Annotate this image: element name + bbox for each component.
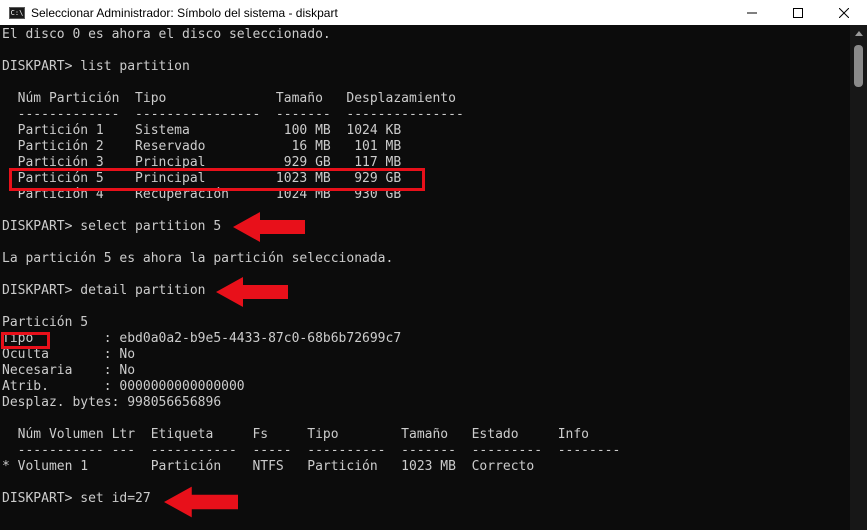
- console-line-12: DISKPART> select partition 5: [2, 219, 222, 234]
- window-title: Seleccionar Administrador: Símbolo del s…: [31, 5, 338, 20]
- console-line-25: Núm Volumen Ltr Etiqueta Fs Tipo Tamaño …: [2, 427, 589, 442]
- minimize-button[interactable]: [729, 0, 775, 25]
- console-line-5: ------------- ---------------- ------- -…: [2, 107, 464, 122]
- minimize-icon: [747, 12, 757, 13]
- console-line-11: [2, 203, 848, 219]
- console-line-23: Desplaz. bytes: 998056656896: [2, 395, 222, 410]
- console-line-0: El disco 0 es ahora el disco seleccionad…: [2, 27, 331, 42]
- console-line-22: Atrib. : 0000000000000000: [2, 379, 245, 394]
- console-line-14: La partición 5 es ahora la partición sel…: [2, 251, 394, 266]
- scrollbar-thumb[interactable]: [854, 45, 863, 87]
- command-prompt-window: C:\ Seleccionar Administrador: Símbolo d…: [0, 0, 867, 530]
- arrow-annotation-icon: [164, 486, 238, 518]
- console-line-21: Necesaria : No: [2, 363, 136, 378]
- console-line-20: Oculta : No: [2, 347, 136, 362]
- console-line-1: [2, 43, 848, 59]
- console-line-6: Partición 1 Sistema 100 MB 1024 KB: [2, 123, 402, 138]
- console-line-15: [2, 267, 848, 283]
- maximize-icon: [793, 7, 803, 18]
- console-line-24: [2, 411, 848, 427]
- console-line-2: DISKPART> list partition: [2, 59, 190, 74]
- window-controls: [729, 0, 867, 25]
- console-line-17: [2, 299, 848, 315]
- console-line-18: Partición 5: [2, 315, 89, 330]
- vertical-scrollbar[interactable]: [850, 25, 867, 530]
- console-line-4: Núm Partición Tipo Tamaño Desplazamiento: [2, 91, 456, 106]
- console-line-13: [2, 235, 848, 251]
- console-line-28: [2, 475, 848, 491]
- arrow-annotation-icon: [233, 212, 305, 242]
- console-line-27: * Volumen 1 Partición NTFS Partición 102…: [2, 459, 535, 474]
- console-line-26: ----------- --- ----------- ----- ------…: [2, 443, 621, 458]
- arrow-annotation-icon: [216, 277, 288, 307]
- cmd-app-icon: C:\: [9, 6, 25, 19]
- highlight-tipo-label: [1, 332, 50, 349]
- console-output[interactable]: El disco 0 es ahora el disco seleccionad…: [2, 27, 848, 530]
- console-line-16: DISKPART> detail partition: [2, 283, 206, 298]
- maximize-button[interactable]: [775, 0, 821, 25]
- highlight-partition-5-row: [9, 168, 425, 191]
- close-button[interactable]: [821, 0, 867, 25]
- title-bar[interactable]: C:\ Seleccionar Administrador: Símbolo d…: [0, 0, 867, 25]
- scroll-up-arrow-icon[interactable]: [850, 25, 867, 42]
- console-line-19: Tipo : ebd0a0a2-b9e5-4433-87c0-68b6b7269…: [2, 331, 402, 346]
- console-line-29: DISKPART> set id=27: [2, 491, 151, 506]
- close-icon: [839, 7, 849, 18]
- console-line-7: Partición 2 Reservado 16 MB 101 MB: [2, 139, 402, 154]
- console-line-3: [2, 75, 848, 91]
